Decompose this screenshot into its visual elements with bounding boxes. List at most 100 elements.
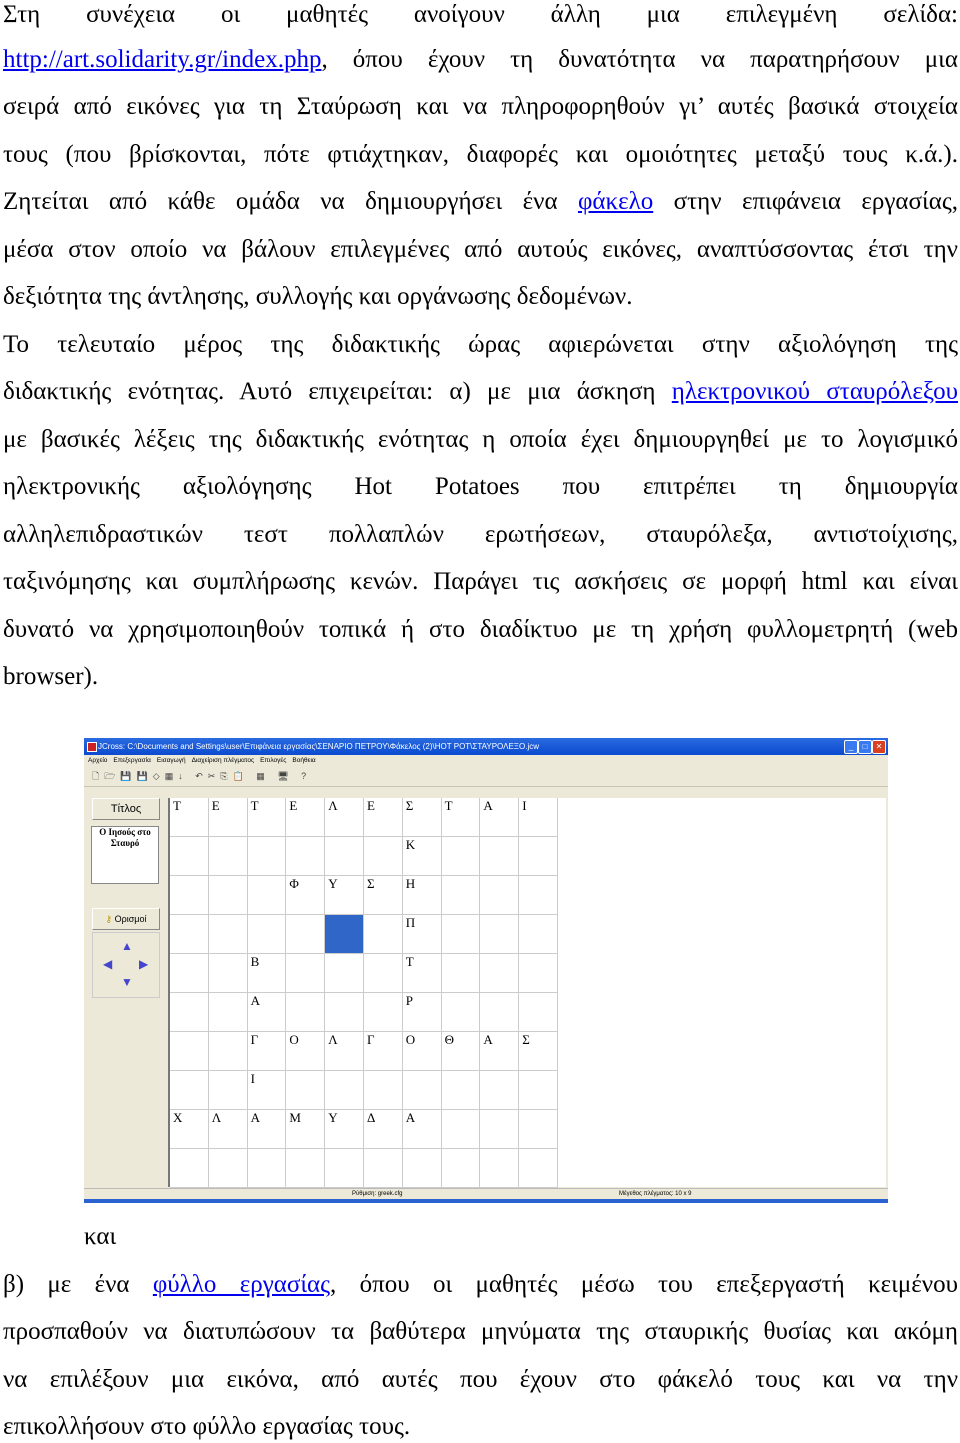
- grid-cell[interactable]: [441, 993, 481, 1032]
- grid-cell[interactable]: [208, 837, 248, 876]
- grid-cell[interactable]: [441, 837, 481, 876]
- grid-cell[interactable]: Γ: [247, 1032, 287, 1071]
- grid-cell[interactable]: [364, 915, 403, 954]
- grid-cell[interactable]: [480, 1110, 520, 1149]
- grid-cell[interactable]: [170, 1149, 209, 1188]
- grid-cell[interactable]: Γ: [364, 1032, 403, 1071]
- grid-cell[interactable]: [208, 993, 248, 1032]
- minimize-icon[interactable]: _: [844, 740, 858, 754]
- close-icon[interactable]: ✕: [872, 740, 886, 754]
- grid-cell[interactable]: [170, 915, 209, 954]
- link[interactable]: φάκελο: [578, 188, 653, 215]
- grid-cell[interactable]: Υ: [325, 876, 364, 915]
- grid-cell[interactable]: [519, 915, 558, 954]
- grid-cell[interactable]: [325, 837, 364, 876]
- grid-cell[interactable]: [480, 915, 520, 954]
- grid-cell[interactable]: [170, 1032, 209, 1071]
- grid-cell[interactable]: [170, 1071, 209, 1110]
- grid-cell[interactable]: [247, 876, 287, 915]
- arrow-down-icon[interactable]: ▼: [121, 975, 133, 989]
- grid-cell[interactable]: [364, 993, 403, 1032]
- grid-cell[interactable]: [208, 915, 248, 954]
- grid-cell[interactable]: Ε: [364, 798, 403, 837]
- menu-item[interactable]: Επιλογές: [260, 757, 286, 764]
- grid-cell[interactable]: [170, 993, 209, 1032]
- grid-cell[interactable]: [325, 915, 364, 954]
- grid-cell[interactable]: Λ: [325, 1032, 364, 1071]
- grid-cell[interactable]: [519, 1071, 558, 1110]
- grid-cell[interactable]: Σ: [402, 798, 442, 837]
- grid-cell[interactable]: Ε: [208, 798, 248, 837]
- grid-cell[interactable]: [208, 1149, 248, 1188]
- grid-cell[interactable]: [247, 1149, 287, 1188]
- grid-cell[interactable]: [480, 1149, 520, 1188]
- grid-cell[interactable]: Υ: [325, 1110, 364, 1149]
- grid-cell[interactable]: [325, 1071, 364, 1110]
- grid-cell[interactable]: [480, 876, 520, 915]
- definitions-button[interactable]: ⚷ Ορισμοί: [92, 908, 160, 930]
- grid-cell[interactable]: [286, 1071, 326, 1110]
- grid-cell[interactable]: [480, 837, 520, 876]
- grid-cell[interactable]: [441, 876, 481, 915]
- grid-cell[interactable]: Α: [480, 798, 520, 837]
- grid-cell[interactable]: [519, 993, 558, 1032]
- grid-cell[interactable]: Ρ: [402, 993, 442, 1032]
- grid-cell[interactable]: [208, 954, 248, 993]
- menu-item[interactable]: Βοήθεια: [292, 757, 315, 764]
- grid-cell[interactable]: [402, 1071, 442, 1110]
- link[interactable]: φύλλο εργασίας: [153, 1271, 330, 1298]
- grid-cell[interactable]: [247, 837, 287, 876]
- grid-cell[interactable]: [441, 1110, 481, 1149]
- grid-cell[interactable]: [286, 993, 326, 1032]
- grid-cell[interactable]: Α: [247, 993, 287, 1032]
- title-button[interactable]: Τίτλος: [92, 798, 160, 820]
- title-value[interactable]: Ο Ιησούς στο Σταυρό: [91, 826, 159, 884]
- grid-cell[interactable]: [480, 993, 520, 1032]
- grid-cell[interactable]: [170, 876, 209, 915]
- grid-cell[interactable]: [441, 1149, 481, 1188]
- link[interactable]: http://art.solidarity.gr/index.php: [3, 46, 321, 73]
- grid-cell[interactable]: Λ: [208, 1110, 248, 1149]
- arrow-up-icon[interactable]: ▲: [121, 939, 133, 953]
- grid-cell[interactable]: [480, 954, 520, 993]
- grid-cell[interactable]: Θ: [441, 1032, 481, 1071]
- grid-cell[interactable]: Μ: [286, 1110, 326, 1149]
- grid-cell[interactable]: Ε: [286, 798, 326, 837]
- grid-cell[interactable]: Ι: [519, 798, 558, 837]
- grid-cell[interactable]: Π: [402, 915, 442, 954]
- arrow-right-icon[interactable]: ▶: [139, 957, 148, 971]
- grid-cell[interactable]: Β: [247, 954, 287, 993]
- grid-cell[interactable]: [364, 837, 403, 876]
- grid-cell[interactable]: [364, 954, 403, 993]
- grid-cell[interactable]: Τ: [247, 798, 287, 837]
- grid-cell[interactable]: Δ: [364, 1110, 403, 1149]
- menu-item[interactable]: Εισαγωγή: [157, 757, 186, 764]
- grid-cell[interactable]: Κ: [402, 837, 442, 876]
- grid-cell[interactable]: Τ: [402, 954, 442, 993]
- grid-cell[interactable]: Ι: [247, 1071, 287, 1110]
- grid-cell[interactable]: [441, 1071, 481, 1110]
- grid-cell[interactable]: [170, 837, 209, 876]
- grid-cell[interactable]: [519, 1149, 558, 1188]
- menu-item[interactable]: Αρχείο: [88, 757, 107, 764]
- menu-item[interactable]: Διαχείριση πλέγματος: [192, 757, 254, 764]
- grid-cell[interactable]: [480, 1071, 520, 1110]
- grid-cell[interactable]: [286, 954, 326, 993]
- grid-cell[interactable]: [519, 876, 558, 915]
- grid-cell[interactable]: [286, 837, 326, 876]
- grid-cell[interactable]: [208, 1032, 248, 1071]
- maximize-icon[interactable]: □: [858, 740, 872, 754]
- grid-cell[interactable]: [208, 1071, 248, 1110]
- link[interactable]: ηλεκτρονικού σταυρόλεξου: [672, 378, 958, 405]
- grid-cell[interactable]: Α: [247, 1110, 287, 1149]
- grid-cell[interactable]: Ο: [286, 1032, 326, 1071]
- grid-cell[interactable]: Τ: [170, 798, 209, 837]
- grid-cell[interactable]: Η: [402, 876, 442, 915]
- grid-cell[interactable]: Σ: [364, 876, 403, 915]
- grid-cell[interactable]: Ο: [402, 1032, 442, 1071]
- grid-cell[interactable]: Φ: [286, 876, 326, 915]
- grid-cell[interactable]: [286, 915, 326, 954]
- grid-cell[interactable]: Α: [480, 1032, 520, 1071]
- grid-cell[interactable]: [170, 954, 209, 993]
- grid-cell[interactable]: [519, 1110, 558, 1149]
